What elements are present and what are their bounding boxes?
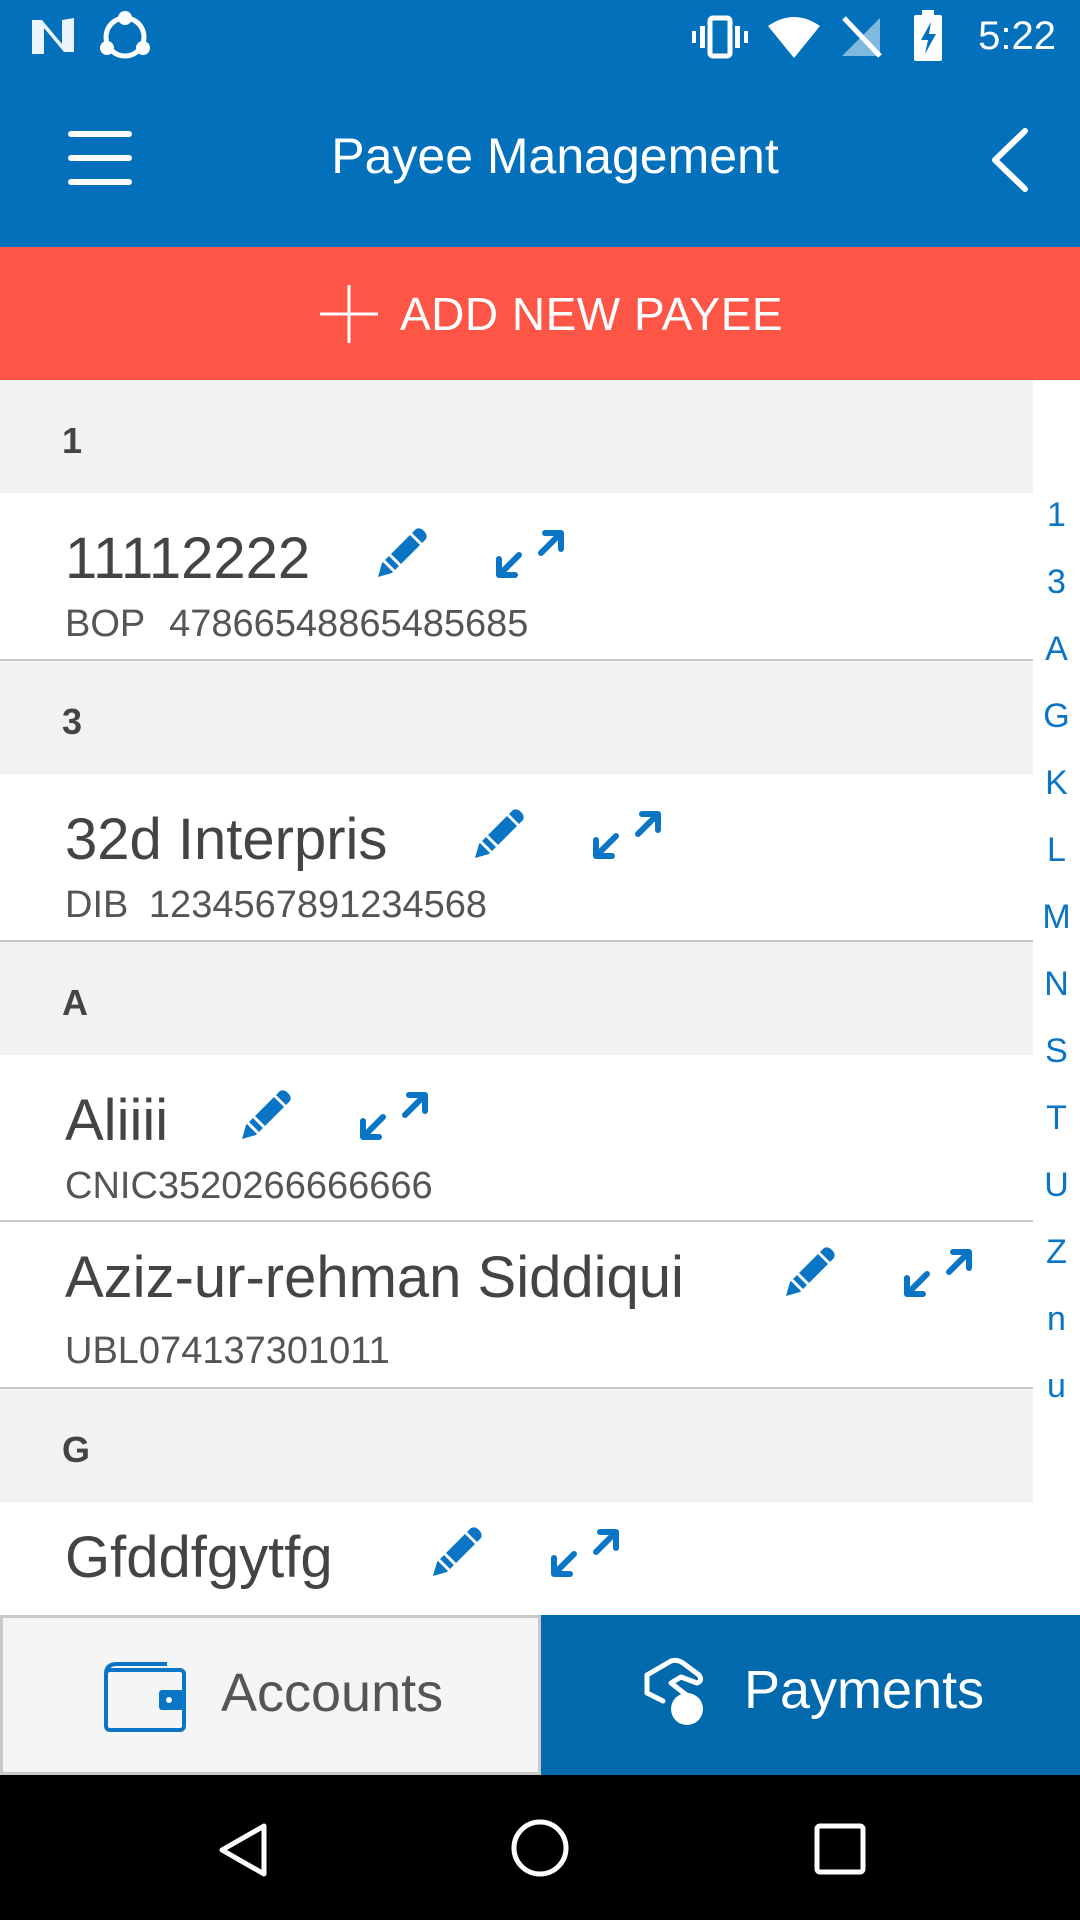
tab-accounts[interactable]: Accounts: [0, 1615, 541, 1775]
index-letter[interactable]: U: [1033, 1152, 1080, 1219]
index-letter[interactable]: A: [1033, 616, 1080, 683]
payee-account-line: CNIC3520266666666: [65, 1165, 433, 1208]
payee-list[interactable]: 1 11112222 BOP 47866548865485685 3 32d I…: [0, 380, 1033, 1615]
share-app-icon: [100, 11, 150, 59]
section-header-1: 1: [0, 380, 1033, 493]
recents-square-icon[interactable]: [812, 1821, 868, 1877]
payee-name: Aliiii: [65, 1088, 169, 1153]
tab-payments[interactable]: Payments: [541, 1615, 1080, 1775]
page-title: Payee Management: [331, 128, 779, 184]
back-triangle-icon[interactable]: [212, 1820, 272, 1880]
payee-bank: BOP: [65, 603, 145, 645]
wifi-icon: [768, 17, 820, 58]
battery-charging-icon: [914, 10, 942, 61]
index-letter[interactable]: 3: [1033, 549, 1080, 616]
expand-arrows-icon[interactable]: [592, 806, 662, 866]
section-letter: A: [62, 982, 88, 1023]
edit-pencil-icon[interactable]: [467, 806, 527, 866]
edit-pencil-icon[interactable]: [425, 1524, 485, 1584]
tab-payments-label: Payments: [744, 1660, 985, 1720]
expand-arrows-icon[interactable]: [495, 525, 565, 585]
payee-row[interactable]: Aliiii CNIC3520266666666: [0, 1055, 1033, 1222]
n-notification-icon: [32, 18, 74, 54]
payee-name: 11112222: [65, 526, 311, 591]
payee-account-line: UBL074137301011: [65, 1330, 390, 1373]
index-letter[interactable]: Z: [1033, 1219, 1080, 1286]
payee-account-line: BOP 47866548865485685: [65, 603, 528, 646]
section-header-3: 3: [0, 661, 1033, 774]
index-letter[interactable]: N: [1033, 951, 1080, 1018]
payee-row[interactable]: Aziz-ur-rehman Siddiqui UBL074137301011: [0, 1222, 1033, 1389]
payee-name: Gfddfgytfg: [65, 1525, 333, 1590]
edit-pencil-icon[interactable]: [778, 1244, 838, 1304]
home-circle-icon[interactable]: [509, 1817, 571, 1879]
payee-row[interactable]: 32d Interpris DIB 1234567891234568: [0, 774, 1033, 942]
payee-bank: UBL: [65, 1330, 139, 1372]
bottom-tab-bar: Accounts Payments: [0, 1615, 1080, 1775]
system-nav-bar: [0, 1775, 1080, 1920]
tab-accounts-label: Accounts: [221, 1663, 444, 1723]
chevron-left-icon[interactable]: [985, 125, 1035, 195]
index-letter[interactable]: K: [1033, 750, 1080, 817]
payee-account-number: 1234567891234568: [148, 884, 488, 926]
edit-pencil-icon[interactable]: [370, 525, 430, 585]
plus-icon: [320, 285, 378, 343]
status-bar: 5:22: [0, 0, 1080, 75]
payee-account-number: 47866548865485685: [169, 603, 529, 645]
payee-name: 32d Interpris: [65, 807, 388, 872]
payee-account-line: DIB 1234567891234568: [65, 884, 487, 927]
index-letter[interactable]: n: [1033, 1286, 1080, 1353]
add-new-payee-button[interactable]: ADD NEW PAYEE: [0, 247, 1080, 380]
alphabet-index[interactable]: 1 3 A G K L M N S T U Z n u: [1033, 482, 1080, 1420]
wallet-icon: [104, 1662, 186, 1732]
section-header-a: A: [0, 942, 1033, 1055]
payee-row[interactable]: 11112222 BOP 47866548865485685: [0, 493, 1033, 661]
index-letter[interactable]: u: [1033, 1353, 1080, 1420]
index-letter[interactable]: M: [1033, 884, 1080, 951]
expand-arrows-icon[interactable]: [903, 1244, 973, 1304]
section-letter: 1: [62, 420, 83, 461]
expand-arrows-icon[interactable]: [550, 1524, 620, 1584]
expand-arrows-icon[interactable]: [359, 1087, 429, 1147]
vibrate-icon: [692, 15, 748, 59]
status-time: 5:22: [978, 14, 1056, 58]
index-letter[interactable]: 1: [1033, 482, 1080, 549]
section-letter: 3: [62, 701, 83, 742]
index-letter[interactable]: G: [1033, 683, 1080, 750]
payee-bank: DIB: [65, 884, 129, 926]
payee-row[interactable]: Gfddfgytfg: [0, 1502, 1033, 1615]
section-letter: G: [62, 1429, 91, 1470]
payee-account-number: 3520266666666: [157, 1165, 433, 1207]
section-header-g: G: [0, 1389, 1033, 1502]
index-letter[interactable]: S: [1033, 1018, 1080, 1085]
payee-account-number: 074137301011: [138, 1330, 390, 1372]
index-letter[interactable]: T: [1033, 1085, 1080, 1152]
payee-bank: CNIC: [65, 1165, 158, 1207]
add-new-payee-label: ADD NEW PAYEE: [400, 288, 784, 340]
no-signal-icon: [842, 16, 882, 58]
app-bar: Payee Management: [0, 75, 1080, 247]
edit-pencil-icon[interactable]: [234, 1087, 294, 1147]
payee-name: Aziz-ur-rehman Siddiqui: [65, 1245, 684, 1310]
index-letter[interactable]: L: [1033, 817, 1080, 884]
hand-coin-icon: [644, 1657, 704, 1725]
